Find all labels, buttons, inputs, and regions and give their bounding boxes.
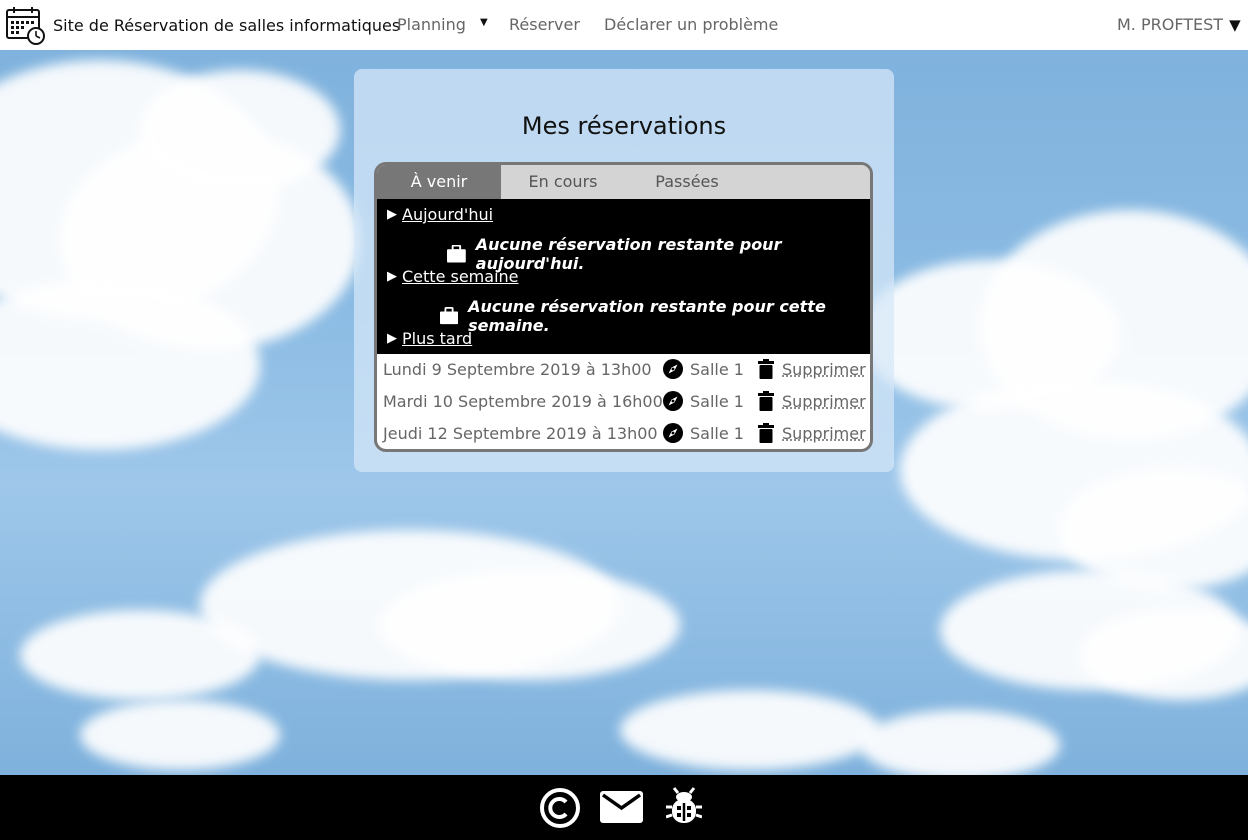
user-menu[interactable]: M. PROFTEST ▼ <box>1117 15 1241 34</box>
tab-passees[interactable]: Passées <box>625 165 749 199</box>
group-week-label[interactable]: Cette semaine <box>402 267 519 286</box>
reservation-row: Mardi 10 Septembre 2019 à 16h00 Salle 1 <box>377 386 870 418</box>
tab-a-venir[interactable]: À venir <box>377 165 501 199</box>
bug-icon[interactable] <box>666 787 702 827</box>
group-week[interactable]: ▶ Cette semaine <box>387 267 519 286</box>
planning-caret-icon[interactable]: ▼ <box>480 17 488 28</box>
copyright-icon[interactable] <box>539 787 581 829</box>
delete-label[interactable]: Supprimer <box>782 424 866 443</box>
delete-label[interactable]: Supprimer <box>782 360 866 379</box>
tab-bar: À venir En cours Passées <box>377 165 870 199</box>
brand[interactable]: Site de Réservation de salles informatiq… <box>5 5 400 45</box>
room-name[interactable]: Salle 1 <box>690 360 744 379</box>
page-title: Mes réservations <box>521 112 727 140</box>
room-link[interactable]: Salle 1 <box>663 423 744 443</box>
tab-en-cours[interactable]: En cours <box>501 165 625 199</box>
top-navbar: Site de Réservation de salles informatiq… <box>0 0 1248 50</box>
delete-button[interactable]: Supprimer <box>758 423 866 443</box>
expand-arrow-icon: ▶ <box>387 207 397 222</box>
trash-icon <box>758 359 774 379</box>
trash-icon <box>758 391 774 411</box>
empty-week: Aucune réservation restante pour cette s… <box>440 297 870 335</box>
calendar-clock-icon <box>6 7 45 45</box>
site-title[interactable]: Site de Réservation de salles informatiq… <box>53 16 400 35</box>
expand-arrow-icon: ▶ <box>387 269 397 284</box>
nav-planning[interactable]: Planning <box>397 15 466 34</box>
reservation-row: Lundi 9 Septembre 2019 à 13h00 Salle 1 S… <box>377 354 870 386</box>
delete-button[interactable]: Supprimer <box>758 391 866 411</box>
room-link[interactable]: Salle 1 <box>663 359 744 379</box>
nav-declarer-probleme[interactable]: Déclarer un problème <box>604 15 778 34</box>
room-link[interactable]: Salle 1 <box>663 391 744 411</box>
nav-reserver[interactable]: Réserver <box>509 15 580 34</box>
reservation-date: Lundi 9 Septembre 2019 à 13h00 <box>383 360 652 379</box>
reservation-date: Jeudi 12 Septembre 2019 à 13h00 <box>383 424 658 443</box>
delete-button[interactable]: Supprimer <box>758 359 866 379</box>
reservations-panel: À venir En cours Passées ▶ Aujourd'hui A… <box>374 162 873 452</box>
compass-icon <box>663 423 683 443</box>
empty-today-text: Aucune réservation restante pour aujourd… <box>475 235 782 273</box>
group-today[interactable]: ▶ Aujourd'hui <box>387 205 493 224</box>
reservation-date: Mardi 10 Septembre 2019 à 16h00 <box>383 392 663 411</box>
mail-icon[interactable] <box>600 791 643 823</box>
empty-week-text: Aucune réservation restante pour cette s… <box>468 297 826 335</box>
reservation-row: Jeudi 12 Septembre 2019 à 13h00 Salle 1 <box>377 418 870 449</box>
compass-icon <box>663 359 683 379</box>
compass-icon <box>663 391 683 411</box>
briefcase-icon <box>447 245 466 263</box>
user-name[interactable]: M. PROFTEST <box>1117 15 1223 34</box>
room-name[interactable]: Salle 1 <box>690 424 744 443</box>
user-caret-icon[interactable]: ▼ <box>1229 16 1241 34</box>
briefcase-icon <box>440 307 459 325</box>
reservations-card: Mes réservations À venir En cours Passée… <box>354 69 894 472</box>
trash-icon <box>758 423 774 443</box>
delete-label[interactable]: Supprimer <box>782 392 866 411</box>
group-later[interactable]: ▶ Plus tard <box>387 329 472 348</box>
room-name[interactable]: Salle 1 <box>690 392 744 411</box>
expand-arrow-icon: ▶ <box>387 331 397 346</box>
groups-section: ▶ Aujourd'hui Aucune réservation restant… <box>377 199 870 354</box>
group-later-label[interactable]: Plus tard <box>402 329 472 348</box>
footer <box>0 775 1248 840</box>
group-today-label[interactable]: Aujourd'hui <box>402 205 493 224</box>
